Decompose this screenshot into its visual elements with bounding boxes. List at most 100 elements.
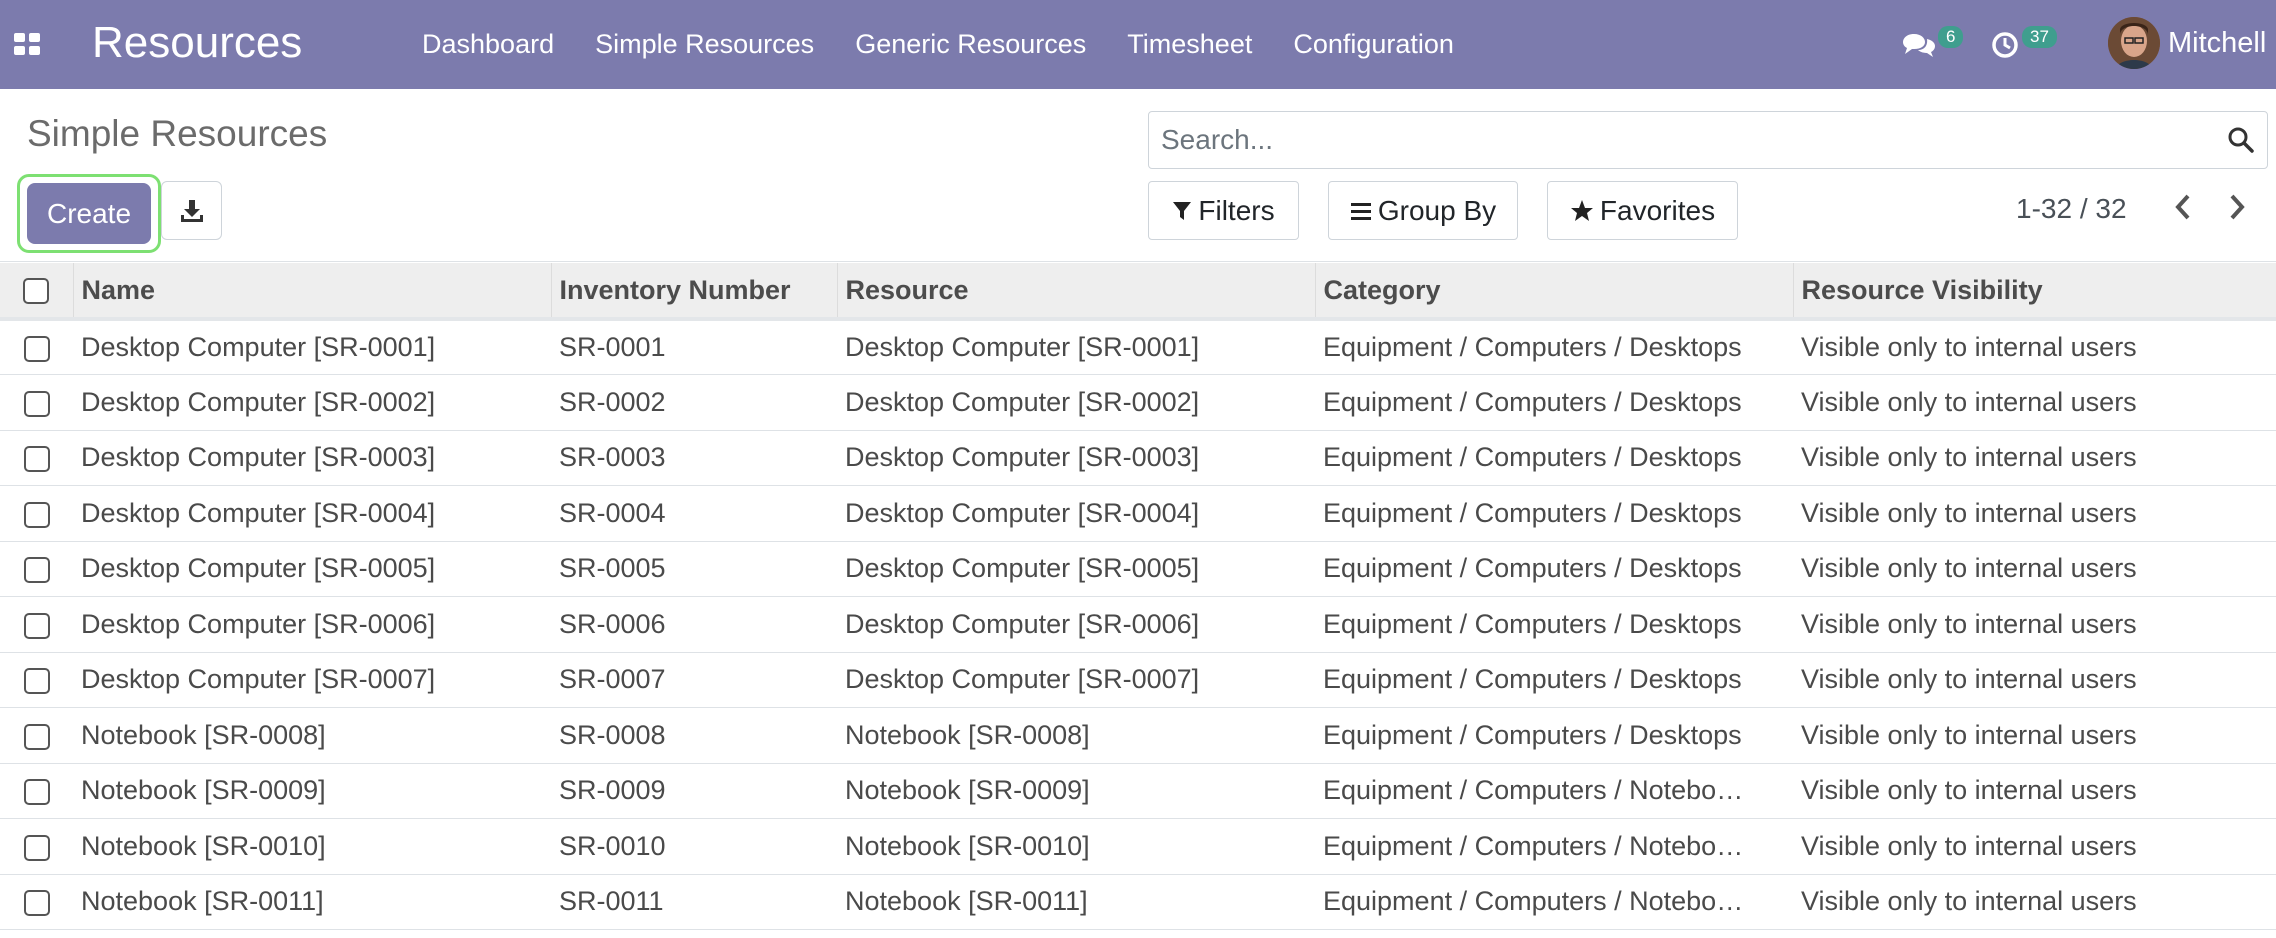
- search-icon[interactable]: [2227, 126, 2255, 154]
- chat-icon: [1903, 33, 1935, 57]
- visibility-cell: Visible only to internal users: [1801, 386, 2137, 417]
- menu-item-simple-resources[interactable]: Simple Resources: [595, 29, 814, 60]
- row-checkbox[interactable]: [23, 557, 50, 584]
- row-select-cell: [0, 763, 73, 819]
- row-select-cell: [0, 708, 73, 764]
- table-row[interactable]: Desktop Computer [SR-0003] SR-0003 Desktop…: [0, 430, 2276, 486]
- row-select-cell: [0, 375, 73, 431]
- activities-count-badge: 37: [2022, 25, 2057, 48]
- category-cell: Equipment / Computers / Notebo…: [1323, 886, 1744, 917]
- visibility-cell: Visible only to internal users: [1801, 886, 2137, 917]
- row-checkbox[interactable]: [23, 834, 50, 861]
- resource-cell: Desktop Computer [SR-0007]: [845, 664, 1200, 695]
- row-checkbox[interactable]: [23, 335, 50, 362]
- resource-cell: Notebook [SR-0010]: [845, 830, 1090, 861]
- visibility-cell: Visible only to internal users: [1801, 830, 2137, 861]
- table-row[interactable]: Desktop Computer [SR-0004] SR-0004 Desktop…: [0, 486, 2276, 542]
- favorites-button[interactable]: Favorites: [1547, 181, 1738, 240]
- name-cell: Notebook [SR-0008]: [81, 719, 326, 750]
- apps-menu-icon[interactable]: [14, 33, 40, 55]
- category-cell: Equipment / Computers / Desktops: [1323, 719, 1742, 750]
- resource-cell: Desktop Computer [SR-0006]: [845, 608, 1200, 639]
- table-row[interactable]: Notebook [SR-0010] SR-0010 Notebook [SR-00…: [0, 819, 2276, 874]
- visibility-cell: Visible only to internal users: [1801, 608, 2137, 639]
- table-header-row: Name Inventory Number Resource Category …: [0, 263, 2276, 321]
- category-cell: Equipment / Computers / Desktops: [1323, 442, 1742, 473]
- chevron-right-icon[interactable]: [2226, 192, 2248, 222]
- search-input[interactable]: [1161, 124, 2201, 156]
- column-header-name[interactable]: Name: [73, 263, 552, 321]
- inventory-number-cell: SR-0001: [559, 332, 666, 362]
- table-row[interactable]: Desktop Computer [SR-0002] SR-0002 Desktop…: [0, 375, 2276, 431]
- row-select-cell: [0, 597, 73, 653]
- table-row[interactable]: Notebook [SR-0009] SR-0009 Notebook [SR-00…: [0, 763, 2276, 819]
- column-header-category[interactable]: Category: [1315, 263, 1794, 321]
- create-button[interactable]: Create: [27, 183, 151, 244]
- table-row[interactable]: Desktop Computer [SR-0007] SR-0007 Desktop…: [0, 652, 2276, 708]
- menu-item-timesheet[interactable]: Timesheet: [1127, 29, 1252, 60]
- inventory-number-cell: SR-0004: [559, 497, 666, 528]
- select-all-checkbox[interactable]: [23, 278, 50, 305]
- inventory-number-cell: SR-0009: [559, 775, 666, 806]
- inventory-number-cell: SR-0010: [559, 830, 666, 861]
- category-cell: Equipment / Computers / Desktops: [1323, 664, 1742, 695]
- group-by-button[interactable]: Group By: [1328, 181, 1518, 240]
- table-row[interactable]: Desktop Computer [SR-0006] SR-0006 Desktop…: [0, 597, 2276, 653]
- menu-item-generic-resources[interactable]: Generic Resources: [855, 29, 1086, 60]
- table-row[interactable]: Notebook [SR-0011] SR-0011 Notebook [SR-00…: [0, 874, 2276, 930]
- top-navbar: Resources Dashboard Simple Resources Gen…: [0, 0, 2276, 89]
- resource-cell: Desktop Computer [SR-0004]: [845, 497, 1200, 528]
- table-row[interactable]: Desktop Computer [SR-0005] SR-0005 Desktop…: [0, 541, 2276, 597]
- name-cell: Desktop Computer [SR-0004]: [81, 497, 436, 528]
- table-row[interactable]: Desktop Computer [SR-0001] SR-0001 Desktop…: [0, 319, 2276, 375]
- app-title[interactable]: Resources: [92, 18, 302, 68]
- table-body: Desktop Computer [SR-0001] SR-0001 Desktop…: [0, 319, 2276, 930]
- row-checkbox[interactable]: [23, 501, 50, 528]
- row-checkbox[interactable]: [23, 779, 50, 806]
- name-cell: Desktop Computer [SR-0002]: [81, 386, 436, 417]
- resource-cell: Notebook [SR-0011]: [845, 886, 1088, 917]
- export-button[interactable]: [161, 181, 222, 240]
- inventory-number-cell: SR-0002: [559, 386, 666, 417]
- inventory-number-cell: SR-0007: [559, 664, 666, 695]
- row-select-cell: [0, 486, 73, 542]
- row-select-cell: [0, 319, 73, 375]
- table-row[interactable]: Notebook [SR-0008] SR-0008 Notebook [SR-00…: [0, 708, 2276, 764]
- pager-value[interactable]: 1-32 / 32: [2016, 193, 2127, 225]
- row-checkbox[interactable]: [23, 612, 50, 639]
- row-checkbox[interactable]: [23, 890, 50, 917]
- row-checkbox[interactable]: [23, 390, 50, 417]
- row-checkbox[interactable]: [23, 723, 50, 750]
- menu-item-configuration[interactable]: Configuration: [1293, 29, 1454, 60]
- visibility-cell: Visible only to internal users: [1801, 497, 2137, 528]
- list-view: Name Inventory Number Resource Category …: [0, 263, 2276, 930]
- favorites-label: Favorites: [1599, 194, 1716, 226]
- menu-item-dashboard[interactable]: Dashboard: [422, 29, 554, 60]
- column-header-inventory-number[interactable]: Inventory Number: [551, 263, 838, 321]
- filter-icon: [1173, 201, 1192, 220]
- row-checkbox[interactable]: [23, 668, 50, 695]
- name-cell: Notebook [SR-0010]: [81, 830, 326, 861]
- resource-cell: Notebook [SR-0009]: [845, 775, 1090, 806]
- row-checkbox[interactable]: [23, 446, 50, 473]
- chevron-left-icon[interactable]: [2172, 192, 2194, 222]
- name-cell: Desktop Computer [SR-0005]: [81, 553, 436, 584]
- name-cell: Desktop Computer [SR-0001]: [81, 332, 436, 362]
- visibility-cell: Visible only to internal users: [1801, 664, 2137, 695]
- filters-button[interactable]: Filters: [1148, 181, 1299, 240]
- resources-table: Name Inventory Number Resource Category …: [0, 263, 2276, 930]
- row-select-cell: [0, 874, 73, 930]
- page-title: Simple Resources: [27, 113, 328, 154]
- category-cell: Equipment / Computers / Desktops: [1323, 497, 1742, 528]
- messages-button[interactable]: 6: [1902, 0, 1964, 89]
- activities-button[interactable]: 37: [1990, 0, 2057, 89]
- download-icon: [180, 199, 203, 222]
- messages-count-badge: 6: [1938, 25, 1964, 48]
- column-header-resource[interactable]: Resource: [837, 263, 1316, 321]
- user-name: Mitchell: [2168, 26, 2267, 59]
- column-header-resource-visibility[interactable]: Resource Visibility: [1793, 263, 2276, 321]
- user-menu[interactable]: Mitchell: [2108, 17, 2266, 69]
- avatar: [2108, 17, 2160, 69]
- category-cell: Equipment / Computers / Notebo…: [1323, 775, 1744, 806]
- row-select-cell: [0, 541, 73, 597]
